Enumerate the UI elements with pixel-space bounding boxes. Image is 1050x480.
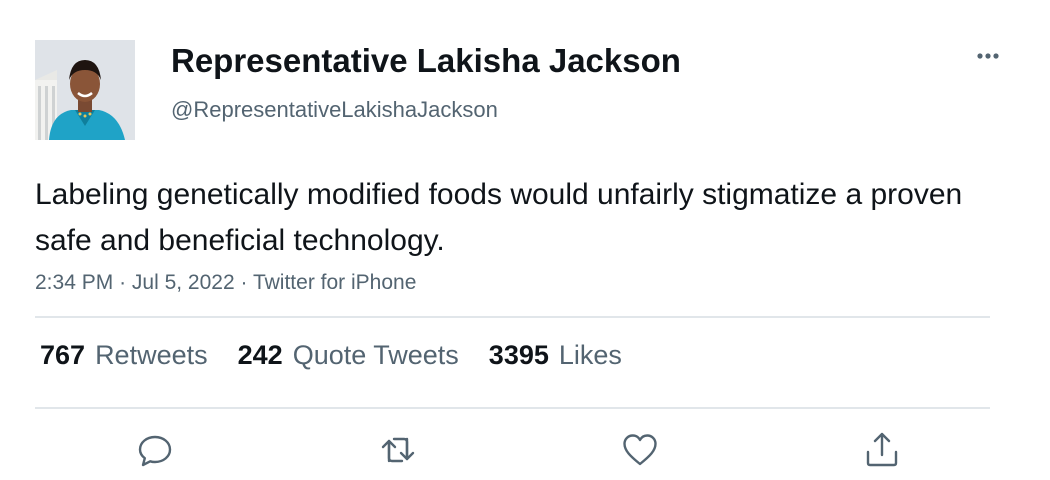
avatar[interactable] bbox=[35, 40, 135, 140]
retweet-icon[interactable] bbox=[378, 430, 418, 470]
retweets-stat[interactable]: 767 Retweets bbox=[40, 340, 208, 371]
like-icon[interactable] bbox=[620, 430, 660, 470]
engagement-stats: 767 Retweets 242 Quote Tweets 3395 Likes bbox=[40, 340, 652, 371]
likes-stat[interactable]: 3395 Likes bbox=[489, 340, 622, 371]
share-icon[interactable] bbox=[862, 430, 902, 470]
tweet-source[interactable]: Twitter for iPhone bbox=[253, 271, 416, 294]
likes-count: 3395 bbox=[488, 340, 549, 370]
divider bbox=[35, 316, 990, 318]
tweet-date[interactable]: Jul 5, 2022 bbox=[132, 271, 235, 294]
meta-separator: · bbox=[119, 271, 127, 294]
reply-icon[interactable] bbox=[135, 430, 175, 470]
tweet-metadata: 2:34 PM · Jul 5, 2022 · Twitter for iPho… bbox=[35, 271, 416, 295]
retweets-label: Retweets bbox=[95, 340, 208, 370]
quote-tweets-stat[interactable]: 242 Quote Tweets bbox=[238, 340, 459, 371]
retweets-count: 767 bbox=[40, 340, 86, 370]
quote-tweets-label: Quote Tweets bbox=[292, 340, 459, 370]
author-handle[interactable]: @RepresentativeLakishaJackson bbox=[171, 97, 498, 123]
author-display-name[interactable]: Representative Lakisha Jackson bbox=[171, 42, 681, 80]
meta-separator: · bbox=[240, 271, 248, 294]
tweet-text: Labeling genetically modified foods woul… bbox=[35, 178, 963, 257]
tweet-time[interactable]: 2:34 PM bbox=[35, 271, 113, 294]
divider bbox=[35, 407, 990, 409]
likes-label: Likes bbox=[558, 340, 622, 370]
more-options-icon[interactable] bbox=[970, 44, 1006, 68]
quote-tweets-count: 242 bbox=[237, 340, 283, 370]
